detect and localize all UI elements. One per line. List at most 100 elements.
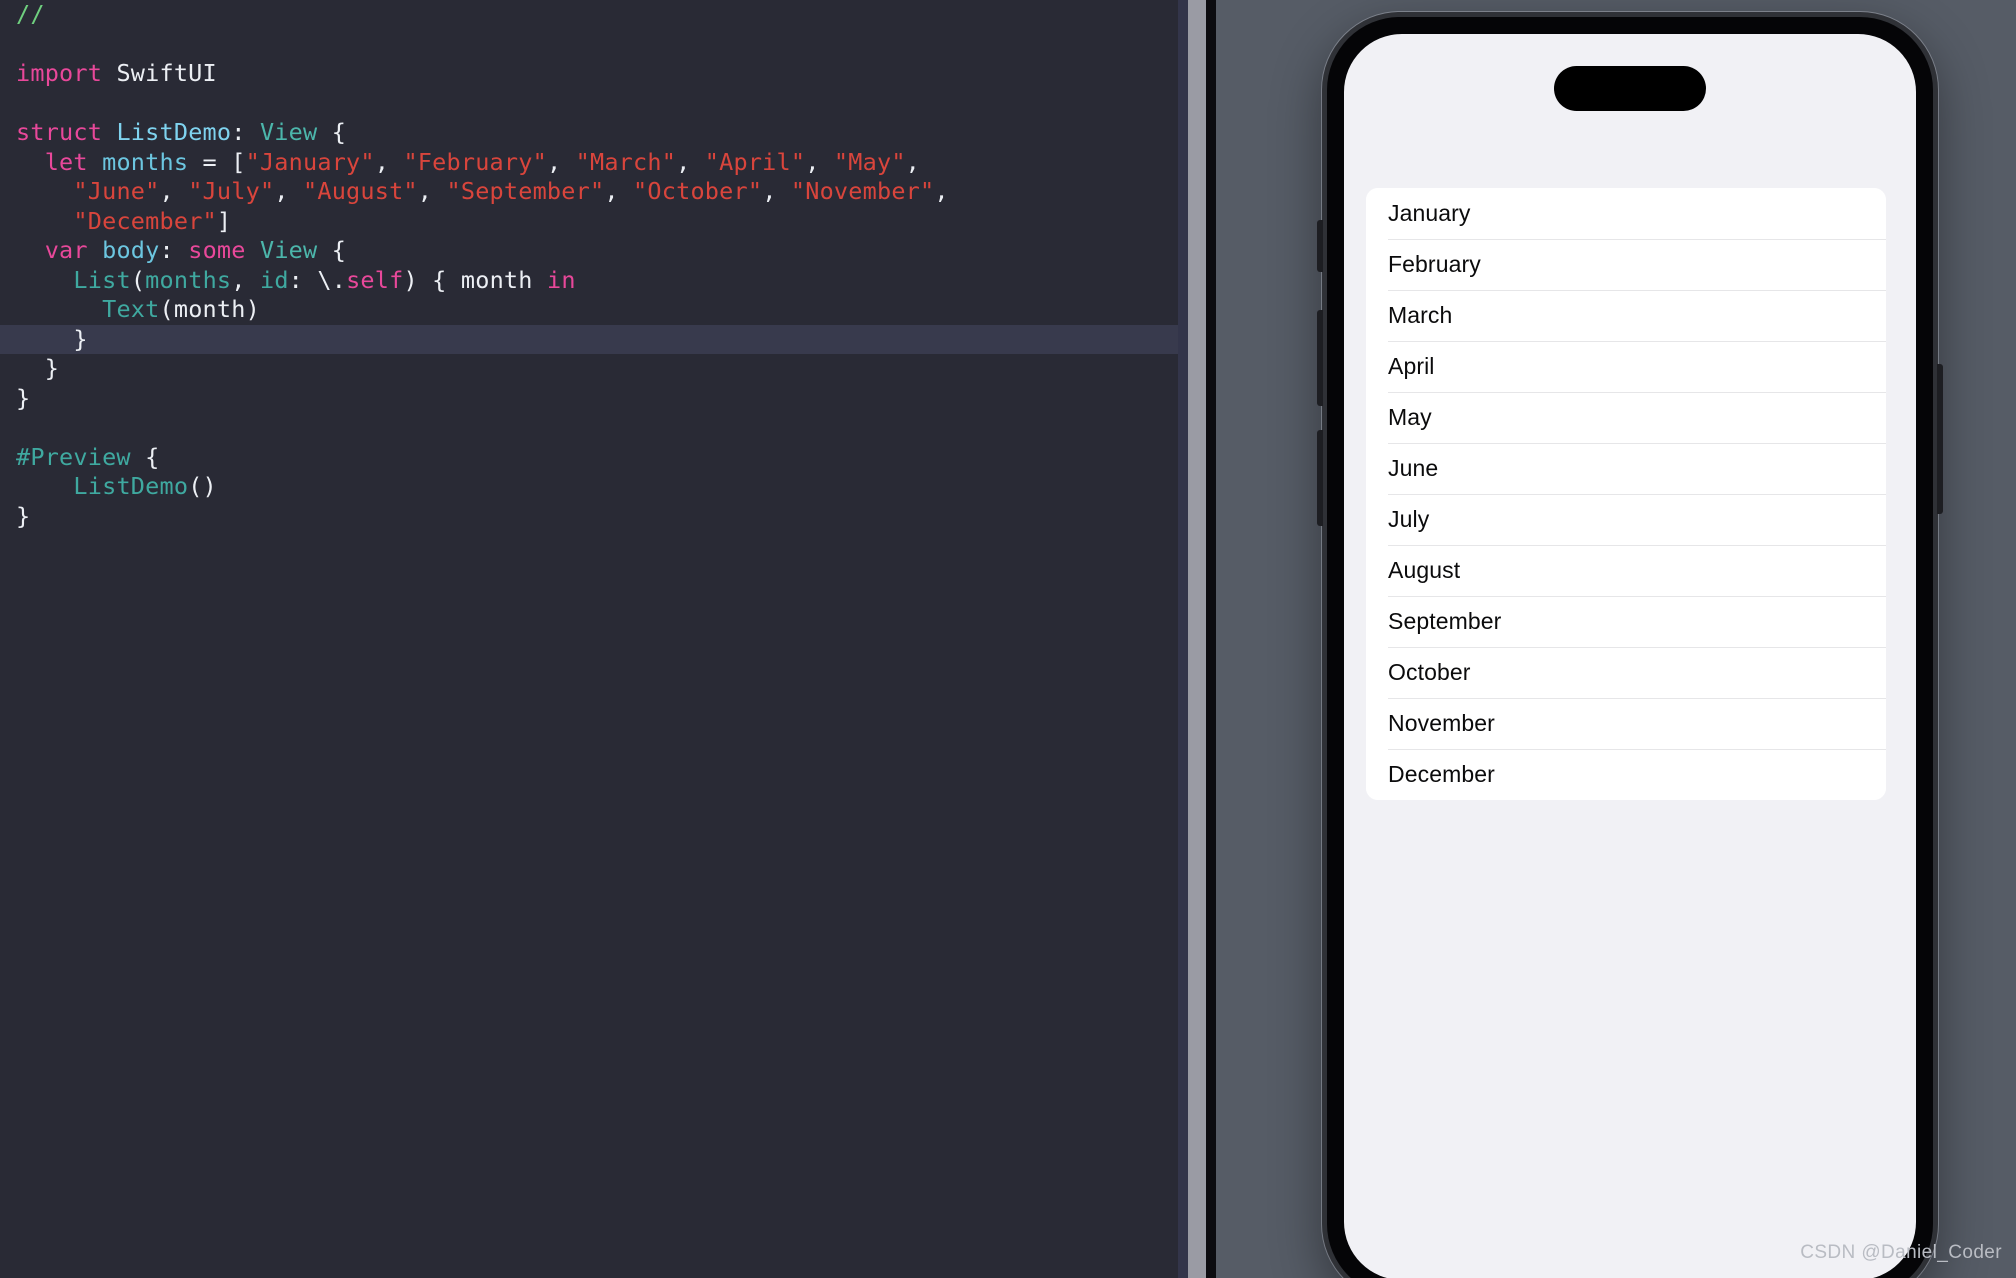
code-token: "May" [833, 147, 906, 176]
list-item-label: April [1388, 353, 1435, 379]
list-item[interactable]: January [1366, 188, 1886, 239]
code-line[interactable] [0, 413, 1216, 443]
list-item[interactable]: November [1366, 698, 1886, 749]
iphone-device-mockup[interactable]: January February March April May June July Augu… [1317, 12, 1943, 1278]
list-item-label: August [1388, 557, 1461, 583]
list-item-label: September [1388, 608, 1502, 634]
code-line[interactable]: } [0, 354, 1216, 384]
power-button[interactable] [1937, 364, 1943, 514]
list-item[interactable]: February [1366, 239, 1886, 290]
list-item-label: October [1388, 659, 1471, 685]
code-token: self [346, 265, 404, 294]
editor-vertical-scrollbar[interactable] [1188, 0, 1206, 1278]
code-token: : [159, 236, 189, 264]
code-token: "January" [245, 147, 375, 176]
code-token: { [317, 118, 347, 146]
code-line[interactable]: "December"] [0, 207, 1216, 237]
list-item-label: March [1388, 302, 1453, 328]
code-token: "March" [575, 147, 677, 176]
code-token: = [ [188, 147, 246, 176]
code-token: ( [130, 265, 146, 294]
list-item[interactable]: August [1366, 545, 1886, 596]
editor-pane-divider[interactable] [1206, 0, 1216, 1278]
code-line[interactable]: } [0, 384, 1216, 414]
list-item[interactable]: March [1366, 290, 1886, 341]
code-line[interactable]: } [0, 324, 1216, 354]
device-screen[interactable]: January February March April May June July Augu… [1344, 34, 1916, 1278]
code-token: , [374, 147, 404, 176]
editor-scroll-track [1178, 0, 1188, 1278]
code-token: { [317, 236, 347, 264]
code-token: (month) [159, 295, 260, 323]
code-line[interactable]: #Preview { [0, 443, 1216, 473]
code-line[interactable]: struct ListDemo: View { [0, 118, 1216, 148]
volume-up-button[interactable] [1317, 310, 1323, 406]
code-line[interactable] [0, 89, 1216, 119]
code-token: { [130, 442, 160, 471]
code-token: "April" [704, 147, 806, 176]
code-token: "February" [403, 147, 547, 176]
preview-canvas-pane[interactable]: January February March April May June July Augu… [1216, 0, 2016, 1278]
code-token: () [188, 472, 217, 500]
code-line[interactable]: // [0, 0, 1216, 30]
code-token: id [259, 265, 289, 294]
code-token: Text [102, 295, 160, 323]
code-token: , [762, 177, 791, 205]
code-line[interactable]: "June", "July", "August", "September", "… [0, 177, 1216, 207]
code-editor-pane[interactable]: // import SwiftUI struct ListDemo: View … [0, 0, 1216, 1278]
dynamic-island-icon [1554, 66, 1706, 111]
code-token: : \. [288, 265, 347, 294]
code-line[interactable]: import SwiftUI [0, 59, 1216, 89]
code-token: , [805, 147, 834, 176]
code-token: "August" [303, 177, 418, 205]
watermark-text: CSDN @Daniel_Coder [1800, 1242, 2002, 1263]
code-line[interactable]: var body: some View { [0, 236, 1216, 266]
code-token: , [231, 265, 260, 294]
code-token: "November" [790, 177, 935, 205]
code-token: , [905, 147, 921, 176]
code-token: , [546, 147, 576, 176]
mute-switch-button[interactable] [1317, 220, 1323, 272]
code-token: , [159, 177, 189, 205]
month-list[interactable]: January February March April May June July Augu… [1366, 188, 1886, 800]
code-line[interactable]: } [0, 502, 1216, 532]
code-token: #Preview [16, 442, 131, 471]
code-token: , [934, 177, 949, 205]
code-token: View [259, 236, 318, 264]
code-token: "June" [73, 177, 160, 205]
list-item[interactable]: December [1366, 749, 1886, 800]
code-token: } [16, 383, 31, 412]
code-line[interactable]: Text(month) [0, 295, 1216, 325]
app-root: // import SwiftUI struct ListDemo: View … [0, 0, 2016, 1278]
code-token: ListDemo [73, 472, 189, 500]
list-item[interactable]: May [1366, 392, 1886, 443]
code-line[interactable]: let months = ["January", "February", "Ma… [0, 148, 1216, 178]
code-line[interactable] [0, 30, 1216, 60]
code-token: , [604, 177, 634, 205]
volume-down-button[interactable] [1317, 430, 1323, 526]
code-line[interactable]: List(months, id: \.self) { month in [0, 266, 1216, 296]
list-item-label: November [1388, 710, 1495, 736]
code-text-area[interactable]: // import SwiftUI struct ListDemo: View … [0, 0, 1216, 1278]
list-item[interactable]: April [1366, 341, 1886, 392]
code-token: months [145, 265, 232, 294]
code-token: , [274, 177, 303, 205]
code-line[interactable]: ListDemo() [0, 472, 1216, 502]
code-token: some [188, 236, 246, 264]
list-item-label: May [1388, 404, 1432, 430]
list-item[interactable]: October [1366, 647, 1886, 698]
list-item[interactable]: July [1366, 494, 1886, 545]
list-item[interactable]: June [1366, 443, 1886, 494]
code-token: View [259, 118, 318, 146]
code-token: "July" [188, 177, 275, 205]
list-item[interactable]: September [1366, 596, 1886, 647]
code-token: struct [16, 118, 103, 146]
code-token: , [417, 177, 447, 205]
